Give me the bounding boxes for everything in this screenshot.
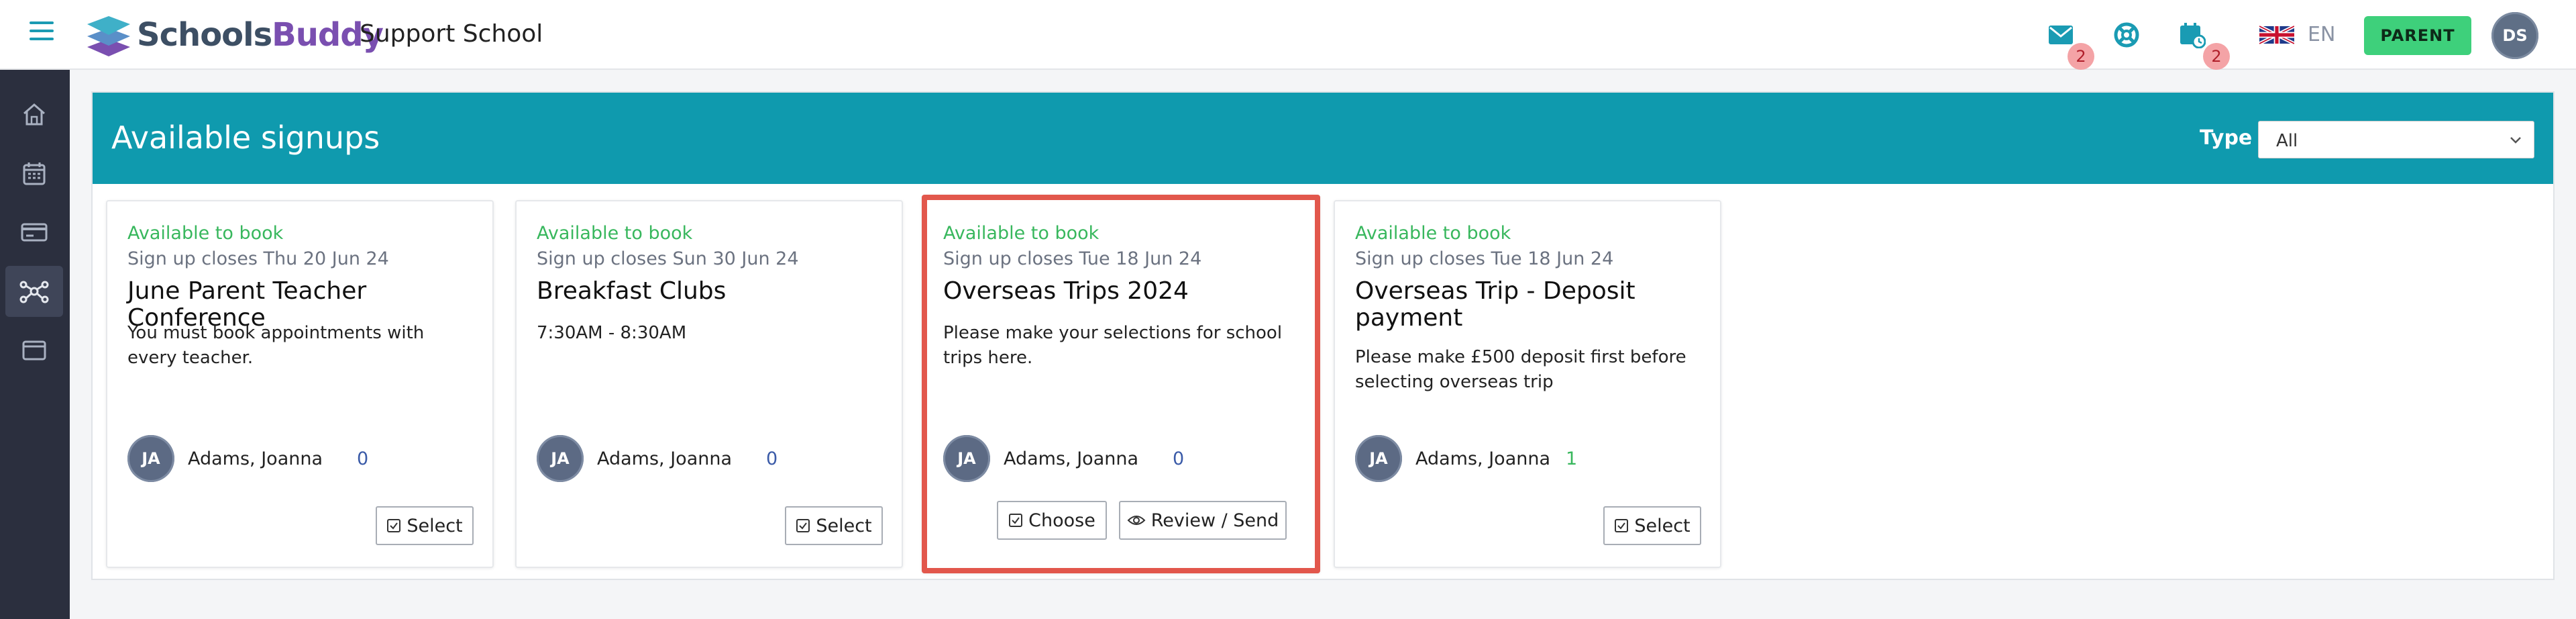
sidebar-item-home[interactable] — [5, 89, 63, 140]
calendar-badge: 2 — [2203, 43, 2230, 70]
menu-icon[interactable] — [30, 21, 54, 46]
network-icon — [19, 281, 49, 303]
select-button-label: Select — [407, 515, 463, 536]
parent-role-button[interactable]: PARENT — [2364, 16, 2471, 55]
signup-card: Available to book Sign up closes Tue 18 … — [1334, 200, 1721, 568]
payment-card-icon — [21, 223, 48, 242]
child-avatar: JA — [537, 435, 584, 482]
messages-badge: 2 — [2068, 43, 2094, 70]
browser-window-icon — [22, 340, 46, 361]
top-header: SchoolsBuddy Support School 2 2 EN PAREN… — [0, 0, 2576, 70]
choose-button[interactable]: Choose — [997, 501, 1107, 540]
child-name: Adams, Joanna — [1004, 448, 1139, 469]
signups-panel: Available signups Type All Available to … — [91, 91, 2555, 580]
support-button[interactable] — [2112, 20, 2141, 50]
sidebar-item-browser[interactable] — [5, 325, 63, 376]
select-button-label: Select — [816, 515, 872, 536]
signup-description: Please make £500 deposit first before se… — [1355, 347, 1686, 392]
select-button-label: Select — [1634, 515, 1690, 536]
type-filter-value: All — [2276, 131, 2298, 151]
signup-title: Overseas Trips 2024 — [943, 277, 1189, 305]
stacked-layers-icon — [87, 16, 130, 56]
school-name: Support School — [360, 20, 543, 48]
home-icon — [23, 103, 45, 126]
closing-date: Sign up closes Thu 20 Jun 24 — [127, 248, 389, 269]
sidebar-item-payments[interactable] — [5, 207, 63, 258]
brand-logo[interactable]: SchoolsBuddy — [83, 9, 384, 60]
calendar-clock-icon — [2180, 23, 2206, 48]
checkbox-icon — [796, 519, 810, 532]
select-button[interactable]: Select — [785, 506, 883, 545]
closing-date: Sign up closes Tue 18 Jun 24 — [943, 248, 1202, 269]
select-button[interactable]: Select — [1603, 506, 1701, 545]
signup-count: 0 — [357, 448, 369, 469]
sidebar — [0, 70, 70, 619]
page-title: Available signups — [111, 120, 380, 156]
language-selector[interactable]: EN — [2259, 23, 2335, 46]
review-send-button-label: Review / Send — [1150, 510, 1279, 531]
signup-description: You must book appointments with every te… — [127, 323, 425, 368]
review-send-button[interactable]: Review / Send — [1119, 501, 1287, 540]
mail-icon — [2049, 26, 2073, 44]
availability-status: Available to book — [1355, 223, 1511, 244]
signup-card: Available to book Sign up closes Sun 30 … — [515, 200, 903, 568]
availability-status: Available to book — [943, 223, 1099, 244]
signup-card: Available to book Sign up closes Thu 20 … — [106, 200, 494, 568]
child-avatar: JA — [1355, 435, 1402, 482]
panel-header: Available signups Type All — [93, 93, 2553, 184]
signup-description: Please make your selections for school t… — [943, 323, 1283, 368]
signup-count: 0 — [1173, 448, 1185, 469]
child-name: Adams, Joanna — [1415, 448, 1551, 469]
brand-name: SchoolsBuddy — [137, 16, 384, 54]
signup-count: 0 — [766, 448, 778, 469]
eye-icon — [1127, 516, 1146, 525]
uk-flag-icon — [2259, 24, 2294, 45]
calendar-icon — [23, 162, 46, 185]
closing-date: Sign up closes Tue 18 Jun 24 — [1355, 248, 1614, 269]
checkbox-icon — [1615, 519, 1629, 532]
child-name: Adams, Joanna — [597, 448, 733, 469]
child-name: Adams, Joanna — [188, 448, 323, 469]
type-filter-label: Type — [2200, 126, 2253, 150]
lifebuoy-icon — [2114, 22, 2139, 48]
user-avatar[interactable]: DS — [2491, 12, 2538, 59]
calendar-notifications-button[interactable] — [2178, 20, 2207, 50]
sidebar-item-signups[interactable] — [5, 266, 63, 317]
child-avatar: JA — [127, 435, 174, 482]
availability-status: Available to book — [537, 223, 693, 244]
choose-button-label: Choose — [1028, 510, 1095, 531]
sidebar-item-calendar[interactable] — [5, 148, 63, 199]
type-filter-select[interactable]: All — [2258, 121, 2534, 158]
select-button[interactable]: Select — [376, 506, 474, 545]
messages-button[interactable] — [2046, 20, 2076, 50]
signup-title: Breakfast Clubs — [537, 277, 727, 305]
signup-count: 1 — [1566, 448, 1578, 469]
availability-status: Available to book — [127, 223, 284, 244]
child-avatar: JA — [943, 435, 990, 482]
checkbox-icon — [387, 519, 401, 532]
signup-title: Overseas Trip - Deposit payment — [1355, 277, 1635, 332]
signup-card-highlighted: Available to book Sign up closes Tue 18 … — [922, 195, 1320, 573]
closing-date: Sign up closes Sun 30 Jun 24 — [537, 248, 799, 269]
chevron-down-icon — [2510, 137, 2521, 144]
checkbox-icon — [1009, 514, 1023, 527]
signup-description: 7:30AM - 8:30AM — [537, 323, 687, 343]
language-code: EN — [2308, 23, 2336, 46]
